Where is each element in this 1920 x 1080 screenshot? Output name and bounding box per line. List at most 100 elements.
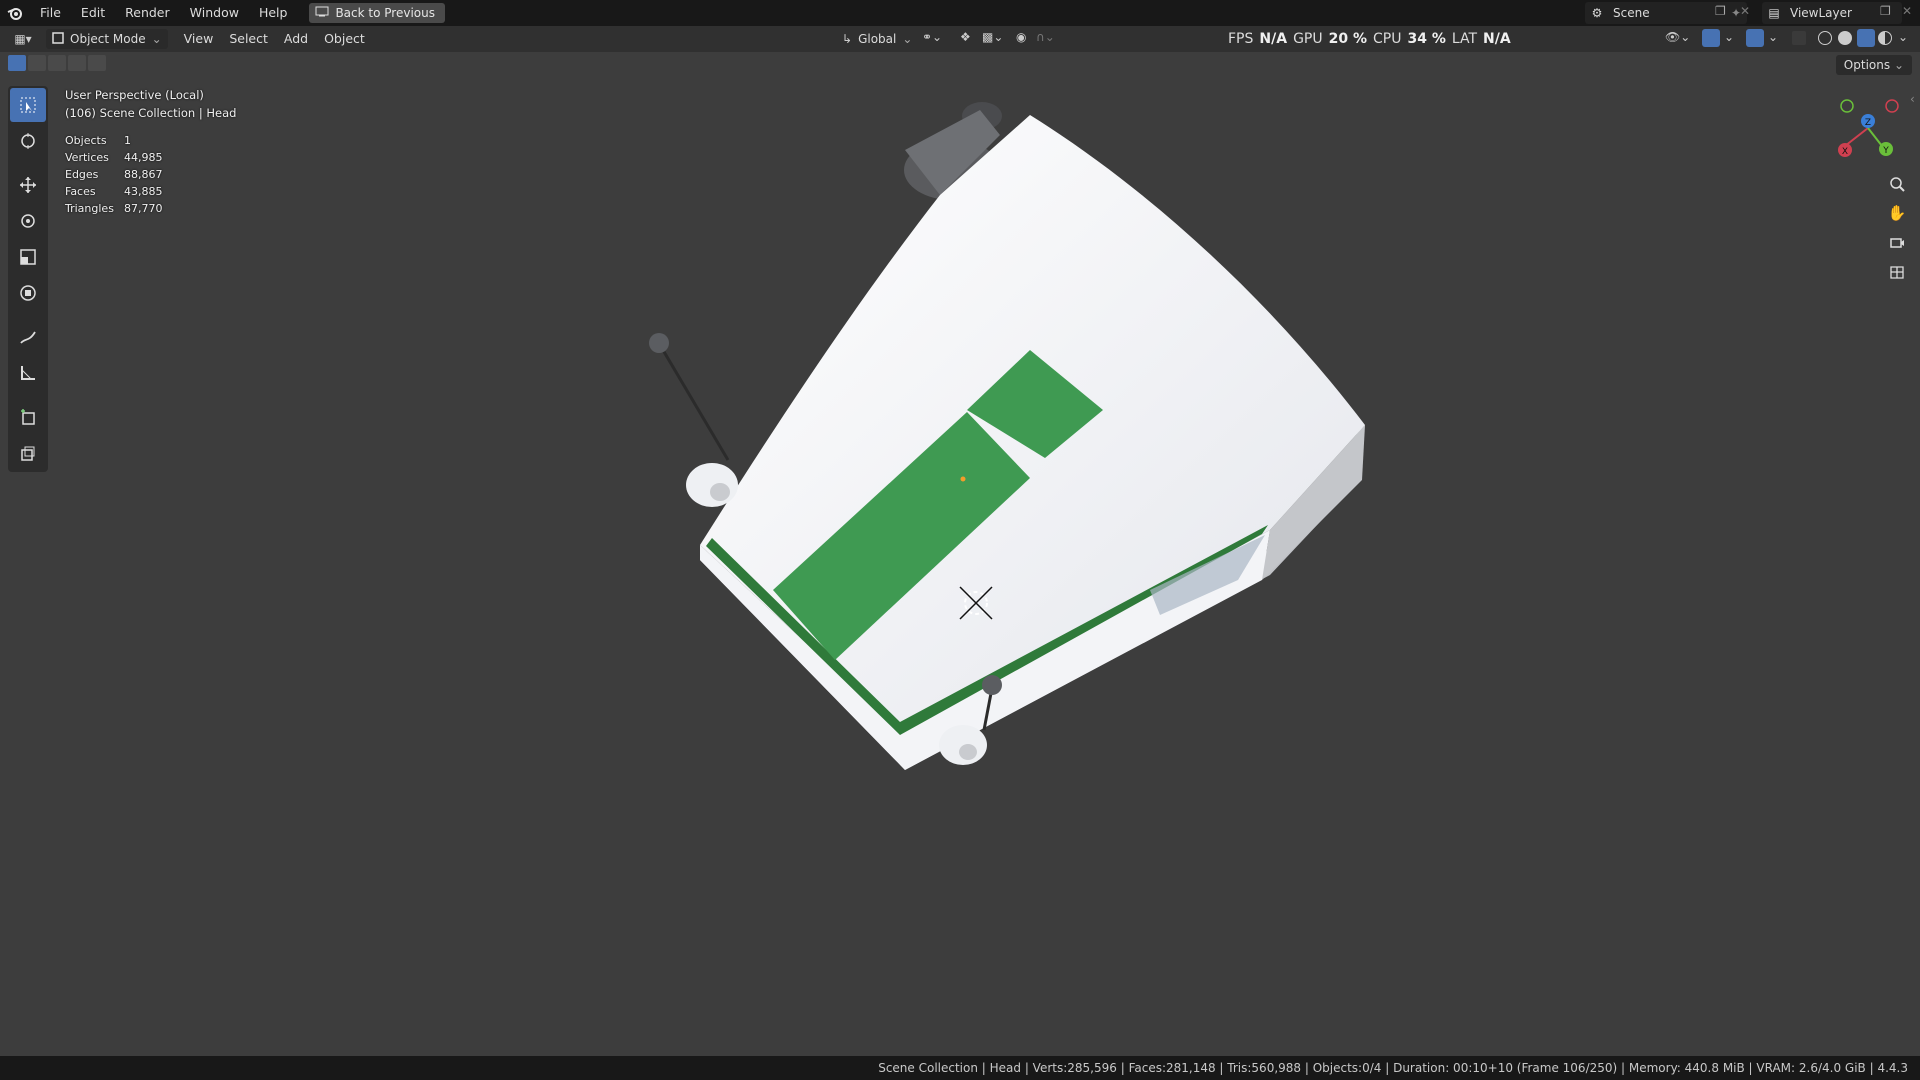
viewport-3d[interactable]: [0, 0, 1920, 1080]
gizmo-y-label: Y: [1882, 146, 1889, 156]
add-cube-icon[interactable]: [10, 400, 46, 434]
camera-icon[interactable]: [1883, 228, 1911, 256]
menu-view[interactable]: View: [176, 29, 222, 49]
stat-key: Objects: [65, 134, 107, 147]
options-dropdown[interactable]: Options ⌄: [1835, 55, 1912, 75]
back-button-label: Back to Previous: [335, 6, 435, 20]
move-icon[interactable]: [10, 168, 46, 202]
top-menu-bar: File Edit Render Window Help Back to Pre…: [0, 0, 1920, 26]
annotate-icon[interactable]: [10, 320, 46, 354]
snap-target-icon[interactable]: ▩⌄: [982, 30, 1003, 44]
viewport-header: ▦▾ Object Mode ⌄ View Select Add Object …: [0, 26, 1920, 52]
scene-statistics: Objects 1 Vertices 44,985 Edges 88,867 Face…: [65, 132, 163, 217]
selection-mode-group: [8, 55, 106, 71]
shading-dropdown-icon[interactable]: ⌄: [1898, 30, 1908, 44]
pan-hand-icon[interactable]: ✋: [1883, 199, 1911, 227]
extrude-icon[interactable]: [10, 436, 46, 470]
transform-icon[interactable]: [10, 276, 46, 310]
tool-shelf: [8, 86, 48, 472]
wireframe-shading-icon[interactable]: [1818, 31, 1832, 45]
stat-row: Objects 1: [65, 132, 163, 149]
menu-object[interactable]: Object: [316, 29, 373, 49]
editor-type-icon[interactable]: ▦▾: [0, 29, 46, 49]
new-viewlayer-icon[interactable]: ❐: [1880, 4, 1891, 18]
fps-value: N/A: [1259, 31, 1288, 47]
select-new-icon[interactable]: [8, 55, 26, 71]
chevron-down-icon: ⌄: [151, 32, 162, 46]
chevron-down-icon: ⌄: [1893, 58, 1904, 72]
menu-file[interactable]: File: [30, 2, 71, 24]
view-name: User Perspective (Local): [65, 88, 204, 102]
gizmo-dropdown-icon[interactable]: ⌄: [1724, 30, 1734, 44]
navigation-gizmo[interactable]: X Y Z: [1830, 94, 1900, 164]
material-shading-icon[interactable]: [1857, 29, 1875, 47]
zoom-icon[interactable]: [1883, 170, 1911, 198]
menu-window[interactable]: Window: [180, 2, 249, 24]
stat-key: Edges: [65, 168, 99, 181]
lat-value: N/A: [1483, 31, 1511, 47]
back-to-previous-button[interactable]: Back to Previous: [309, 3, 445, 23]
axis-icon: ↳: [842, 32, 853, 46]
gpu-label: GPU: [1293, 31, 1323, 47]
viewlayer-icon: ▤: [1768, 6, 1780, 20]
falloff-icon[interactable]: ∩⌄: [1036, 30, 1055, 44]
measure-icon[interactable]: [10, 356, 46, 390]
scale-icon[interactable]: [10, 240, 46, 274]
gizmo-z-label: Z: [1865, 118, 1871, 128]
gizmo-x-label: X: [1842, 147, 1848, 157]
grid-icon[interactable]: [1883, 258, 1911, 286]
scene-name: Scene: [1613, 6, 1650, 20]
stat-value: 87,770: [124, 202, 163, 215]
xray-icon[interactable]: [1792, 31, 1806, 45]
orientation-dropdown[interactable]: ↳ Global ⌄: [836, 29, 918, 49]
delete-scene-icon[interactable]: ✕: [1740, 4, 1750, 18]
collection-info: (106) Scene Collection | Head: [65, 106, 237, 120]
select-invert-icon[interactable]: [68, 55, 86, 71]
overlay-dropdown-icon[interactable]: ⌄: [1768, 30, 1778, 44]
stat-value: 1: [124, 134, 131, 147]
rendered-shading-icon[interactable]: [1878, 31, 1892, 45]
gizmo-toggle-icon[interactable]: [1702, 29, 1720, 47]
overlay-toggle-icon[interactable]: [1746, 29, 1764, 47]
lat-label: LAT: [1451, 31, 1478, 47]
blender-logo-icon[interactable]: [0, 0, 30, 26]
snap-icon[interactable]: ❖: [960, 30, 971, 44]
visibility-icon[interactable]: 👁⌄: [1665, 30, 1690, 44]
cursor-icon[interactable]: [10, 124, 46, 158]
menu-edit[interactable]: Edit: [71, 2, 115, 24]
stat-row: Faces 43,885: [65, 183, 163, 200]
stat-value: 43,885: [124, 185, 163, 198]
stat-key: Triangles: [65, 202, 114, 215]
screen-icon: [315, 6, 329, 20]
stat-key: Faces: [65, 185, 96, 198]
sidebar-toggle-icon[interactable]: ‹: [1910, 92, 1915, 106]
menu-select[interactable]: Select: [221, 29, 276, 49]
gpu-value: 20 %: [1328, 31, 1367, 47]
orientation-label: Global: [858, 32, 897, 46]
menu-add[interactable]: Add: [276, 29, 316, 49]
status-bar: Scene Collection | Head | Verts:285,596 …: [0, 1056, 1920, 1080]
solid-shading-icon[interactable]: [1838, 31, 1852, 45]
rotate-icon[interactable]: [10, 204, 46, 238]
cpu-value: 34 %: [1407, 31, 1446, 47]
object-mode-icon: [52, 31, 64, 47]
select-extend-icon[interactable]: [28, 55, 46, 71]
new-scene-icon[interactable]: ❐: [1715, 4, 1726, 18]
select-intersect-icon[interactable]: [88, 55, 106, 71]
pivot-icon[interactable]: ⚭⌄: [922, 30, 942, 44]
cpu-label: CPU: [1373, 31, 1402, 47]
menu-help[interactable]: Help: [249, 2, 298, 24]
select-box-icon[interactable]: [10, 88, 46, 122]
proportional-edit-icon[interactable]: ◉: [1016, 30, 1026, 44]
mode-dropdown[interactable]: Object Mode ⌄: [46, 29, 168, 49]
viewport-info: User Perspective (Local) (106) Scene Col…: [65, 86, 236, 122]
options-label: Options: [1843, 58, 1891, 72]
select-subtract-icon[interactable]: [48, 55, 66, 71]
menu-render[interactable]: Render: [115, 2, 180, 24]
stat-key: Vertices: [65, 151, 109, 164]
status-text: Scene Collection | Head | Verts:285,596 …: [878, 1061, 1908, 1075]
delete-viewlayer-icon[interactable]: ✕: [1902, 4, 1912, 18]
scene-icon: ⚙: [1591, 6, 1603, 20]
viewlayer-name: ViewLayer: [1790, 6, 1852, 20]
chevron-down-icon: ⌄: [902, 32, 913, 46]
